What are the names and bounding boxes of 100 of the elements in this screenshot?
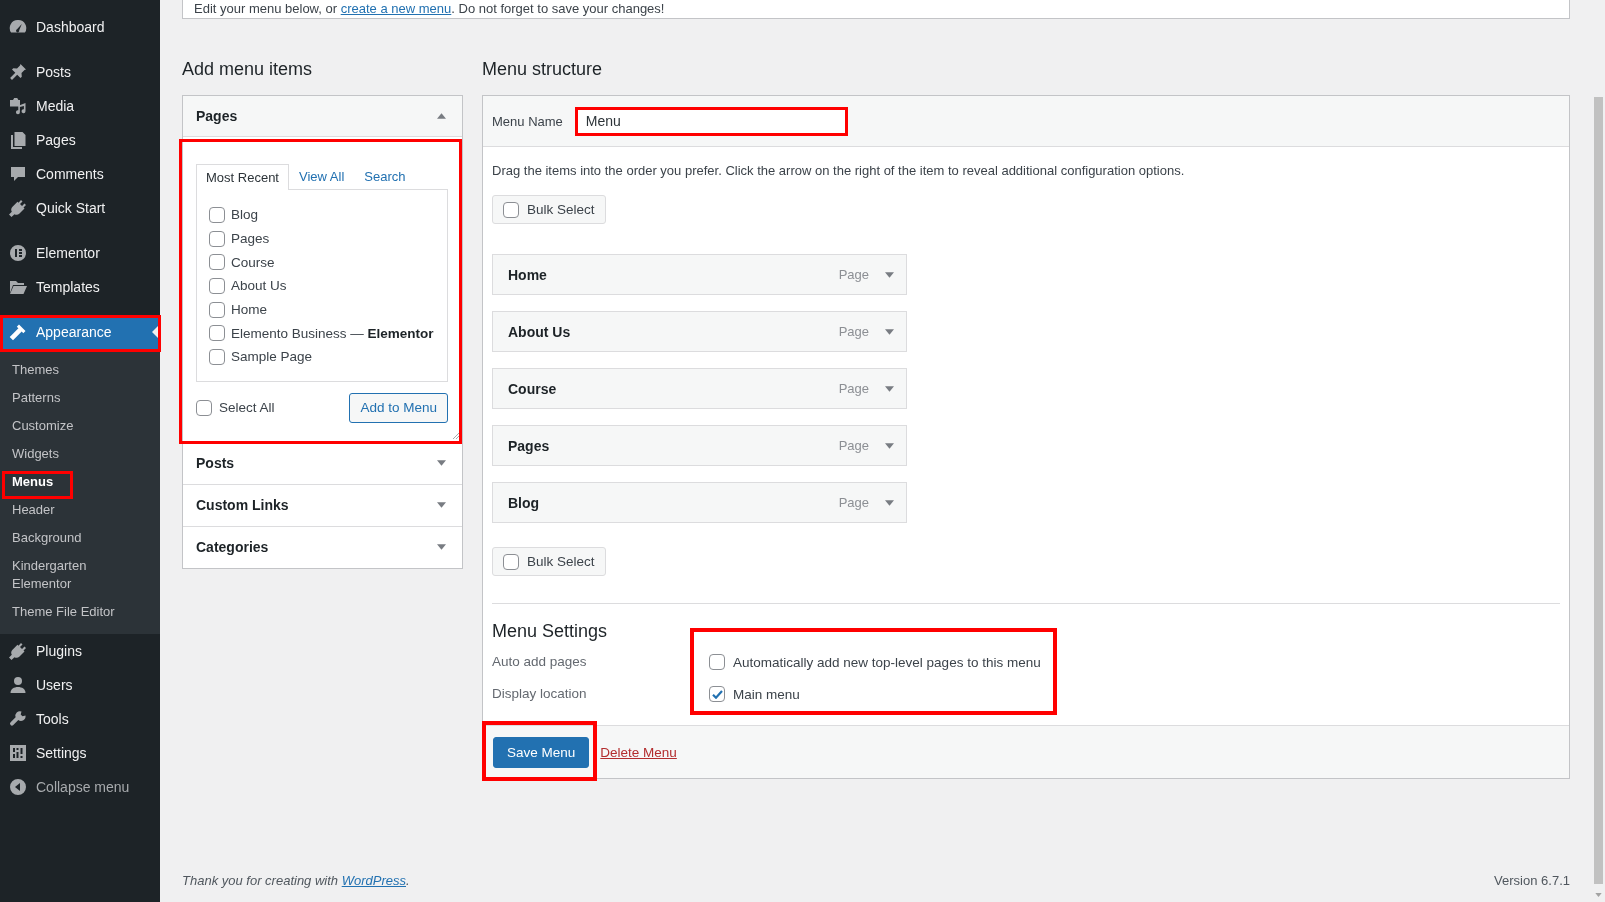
camera-note-icon (8, 96, 28, 116)
plug-icon (8, 198, 28, 218)
checkbox[interactable] (709, 686, 725, 702)
menu-item-title: Home (508, 266, 548, 283)
submenu-item[interactable]: Patterns (0, 384, 73, 412)
menu-name-label: Menu Name (492, 113, 563, 129)
sidebar-item[interactable]: Comments (0, 157, 160, 191)
sidebar-item[interactable]: Templates (0, 270, 160, 304)
footer-credit-text: Thank you for creating with WordPress. (182, 873, 410, 889)
menu-item-bar[interactable]: Course Page (492, 368, 907, 409)
page-option-label: Blog (231, 207, 259, 223)
menu-item-type: Page (838, 381, 869, 396)
version-text: Version 6.7.1 (1494, 873, 1570, 889)
caret-down-icon (437, 460, 446, 467)
menu-item-type: Page (838, 495, 869, 510)
menu-item-bar[interactable]: Blog Page (492, 482, 907, 523)
person-icon (8, 675, 28, 695)
page-option-label: Pages (231, 231, 270, 247)
sidebar-item[interactable]: Pages (0, 123, 160, 157)
sidebar-item[interactable]: Media (0, 89, 160, 123)
accordion-header[interactable]: Pages (183, 96, 462, 137)
submenu-item[interactable]: Widgets (0, 440, 71, 468)
checkbox[interactable] (209, 254, 225, 271)
menu-item-title: About Us (508, 323, 572, 340)
arrow-down-icon[interactable] (1595, 893, 1602, 897)
sidebar-item[interactable]: Elementor (0, 236, 160, 270)
page-option-label: Home (231, 302, 267, 318)
caret-up-icon (437, 113, 446, 119)
save-menu-button[interactable]: Save Menu (493, 736, 590, 768)
setting-label: Auto add pages (492, 653, 588, 671)
page-option-label: Elemento Business — Elementor (231, 325, 434, 341)
checkbox[interactable] (209, 348, 225, 365)
pushpin-icon (8, 62, 28, 82)
submenu-item[interactable]: Header (0, 496, 67, 524)
checkbox[interactable] (209, 325, 225, 342)
add-to-menu-button[interactable]: Add to Menu (349, 392, 448, 423)
checkbox[interactable] (209, 277, 225, 294)
sidebar-item[interactable]: Plugins (0, 634, 160, 668)
caret-down-icon[interactable] (885, 385, 894, 392)
checkbox[interactable] (196, 399, 212, 416)
scrollbar-thumb[interactable] (1594, 97, 1603, 884)
menu-item-type: Page (838, 267, 869, 282)
settings-icon (8, 743, 28, 763)
setting-option-label: Main menu (733, 686, 800, 702)
caret-down-icon (437, 544, 446, 551)
checkbox[interactable] (503, 201, 519, 218)
caret-down-icon[interactable] (885, 328, 894, 335)
submenu-item[interactable]: Background (0, 524, 94, 552)
page-option-label: Course (231, 254, 275, 270)
section-heading: Add menu items (182, 58, 314, 81)
sidebar-item[interactable]: Quick Start (0, 191, 160, 225)
sidebar-item[interactable]: Settings (0, 736, 160, 770)
circle-bars-icon (8, 243, 28, 263)
checkbox[interactable] (503, 553, 519, 570)
menu-item-bar[interactable]: Home Page (492, 254, 907, 295)
submenu-item[interactable]: Customize (0, 412, 86, 440)
checkbox[interactable] (209, 230, 225, 247)
menu-item-title: Pages (508, 437, 551, 454)
documents-icon (8, 130, 28, 150)
caret-down-icon[interactable] (885, 499, 894, 506)
sidebar-item[interactable]: Users (0, 668, 160, 702)
resize-grip-icon (453, 432, 459, 439)
plug-icon (8, 641, 28, 661)
hammer-icon (8, 322, 28, 342)
page-option-label: Sample Page (231, 349, 313, 365)
setting-option-label: Automatically add new top-level pages to this menu (733, 654, 1041, 670)
tab[interactable]: View All (289, 164, 355, 189)
section-heading: Menu structure (482, 58, 604, 81)
caret-down-icon[interactable] (885, 442, 894, 449)
menu-item-title: Blog (508, 494, 541, 511)
submenu-item[interactable]: Kindergarten Elementor (0, 552, 160, 598)
sidebar-item[interactable]: Posts (0, 55, 160, 89)
checkmark-icon (711, 689, 723, 699)
sidebar-item[interactable]: Dashboard (0, 10, 160, 44)
wrench-icon (8, 709, 28, 729)
sidebar-item[interactable]: Tools (0, 702, 160, 736)
menu-item-title: Course (508, 380, 558, 397)
bulk-select-button[interactable]: Bulk Select (492, 195, 606, 224)
menu-item-type: Page (838, 324, 869, 339)
collapse-menu-button[interactable]: Collapse menu (0, 770, 160, 804)
menu-item-type: Page (838, 438, 869, 453)
menu-item-bar[interactable]: Pages Page (492, 425, 907, 466)
notice-text: Edit your menu below, or create a new menu. Do not forget to save your changes! (194, 1, 665, 16)
caret-down-icon[interactable] (885, 271, 894, 278)
checkbox[interactable] (709, 654, 725, 670)
submenu-item[interactable]: Menus (0, 468, 66, 496)
delete-menu-link[interactable]: Delete Menu (600, 744, 677, 760)
submenu-item[interactable]: Theme File Editor (0, 598, 127, 626)
instructions-text: Drag the items into the order you prefer. Click the arrow on the right of the item to reveal additional configuration options. (492, 163, 1186, 179)
setting-label: Display location (492, 685, 588, 703)
circle-arrow-left-icon (8, 777, 28, 797)
tab[interactable]: Search (354, 164, 416, 189)
wordpress-link[interactable]: WordPress (341, 873, 406, 888)
caret-down-icon (437, 502, 446, 509)
checkbox[interactable] (209, 301, 225, 318)
bulk-select-button[interactable]: Bulk Select (492, 547, 606, 576)
menu-item-bar[interactable]: About Us Page (492, 311, 907, 352)
submenu-item[interactable]: Themes (0, 356, 71, 384)
checkbox[interactable] (209, 206, 225, 223)
tab[interactable]: Most Recent (196, 164, 289, 190)
